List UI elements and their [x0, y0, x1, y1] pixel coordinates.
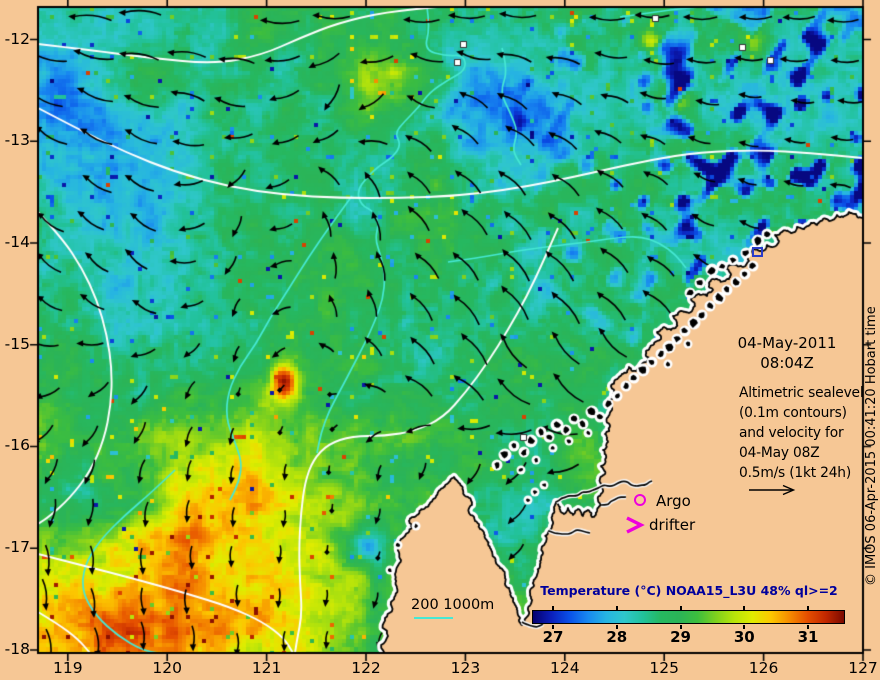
y-tick-label: -12: [4, 29, 30, 48]
colorbar: Temperature (°C) NOAA15_L3U 48% ql>=2 27…: [531, 583, 847, 651]
colorbar-tick-label: 30: [733, 628, 755, 646]
info-line: Altimetric sealevel: [739, 385, 864, 401]
colorbar-gradient: [532, 610, 845, 624]
x-tick-label: 123: [450, 659, 481, 677]
x-tick-label: 121: [251, 659, 282, 677]
y-tick-label: -16: [4, 436, 30, 455]
argo-float-icon: [634, 494, 646, 506]
argo-label: Argo: [656, 492, 691, 510]
x-tick-label: 126: [748, 659, 779, 677]
date-line: 04-May-2011: [737, 334, 837, 352]
y-tick-label: -14: [4, 233, 30, 252]
velocity-scale-arrow-icon: [749, 484, 796, 496]
depth-contour-sample-line: [414, 617, 453, 620]
x-tick-label: 125: [649, 659, 679, 677]
info-line: and velocity for: [739, 425, 844, 441]
depth-contour-label: 200 1000m: [411, 597, 495, 613]
y-tick-label: -15: [4, 334, 30, 353]
colorbar-tick-label: 29: [670, 628, 691, 646]
colorbar-tick-label: 28: [606, 628, 628, 646]
y-tick-label: -17: [4, 538, 30, 557]
info-line: (0.1m contours): [739, 405, 847, 421]
colorbar-tick: [679, 606, 682, 610]
datetime-annotation: 04-May-2011 08:04Z: [707, 333, 867, 373]
time-line: 08:04Z: [760, 354, 814, 372]
x-tick-label: 127: [848, 659, 878, 677]
colorbar-tick: [615, 606, 618, 610]
copyright-text: © IMOS 06-Apr-2015 00:41:20 Hobart time: [864, 306, 879, 586]
drifter-label: drifter: [649, 516, 696, 534]
colorbar-tick: [743, 606, 746, 610]
colorbar-title: Temperature (°C) NOAA15_L3U 48% ql>=2: [540, 583, 838, 598]
x-tick-label: 124: [550, 659, 580, 677]
x-tick-label: 120: [152, 659, 182, 677]
info-line: 04-May 08Z: [739, 445, 820, 461]
waypoint-square-marker: [752, 247, 763, 257]
x-tick-label: 122: [351, 659, 381, 677]
drifter-icon: [626, 516, 645, 534]
colorbar-tick: [552, 606, 555, 610]
info-line: 0.5m/s (1kt 24h): [739, 465, 852, 481]
altimetry-info-block: Altimetric sealevel (0.1m contours) and …: [739, 383, 871, 483]
colorbar-tick: [807, 606, 810, 610]
y-tick-label: -18: [4, 639, 30, 658]
colorbar-tick-label: 31: [797, 628, 819, 646]
sst-map-figure: 119 120 121 122 123 124 125 126 127 -12 -13 -14 -15…: [0, 0, 880, 680]
y-tick-label: -13: [4, 131, 30, 150]
colorbar-tick-label: 27: [542, 628, 564, 646]
x-tick-label: 119: [53, 659, 83, 677]
